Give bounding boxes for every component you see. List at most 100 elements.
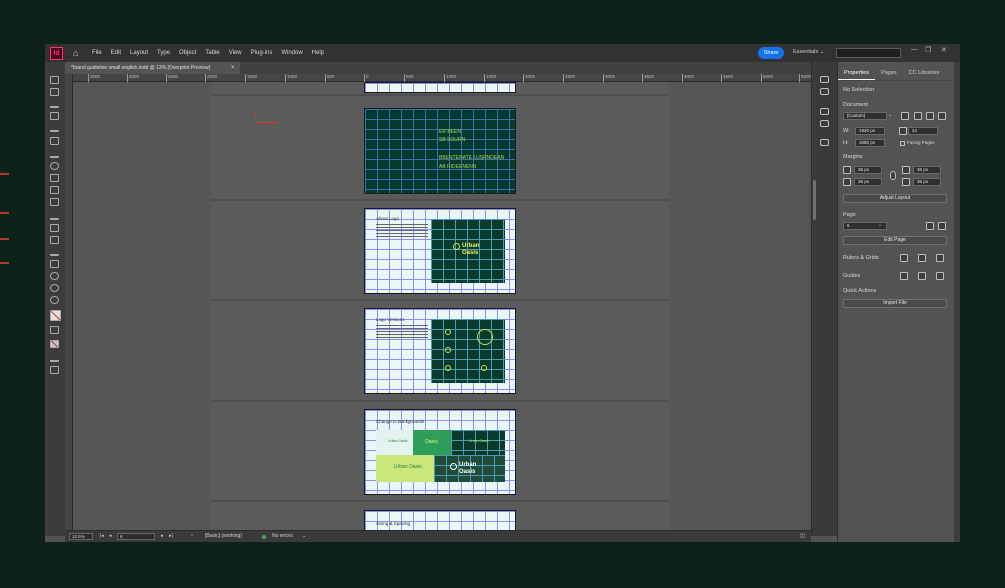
search-input[interactable] xyxy=(836,48,901,58)
selection-tool-icon[interactable] xyxy=(50,76,59,84)
screen-mode-icon[interactable] xyxy=(50,354,59,362)
eyedropper-tool-icon[interactable] xyxy=(50,272,59,280)
page-6[interactable]: Sizing & Spacing xyxy=(364,510,516,531)
hand-tool-icon[interactable] xyxy=(50,284,59,292)
style-status: [Basic] (working) xyxy=(205,533,242,539)
import-file-button[interactable]: Import File xyxy=(843,299,947,308)
margin-left-field[interactable]: 36 px xyxy=(913,166,941,174)
width-field[interactable]: 1920 px xyxy=(855,127,885,135)
document-tab[interactable]: *brand guideline small english.indd @ 13… xyxy=(65,62,240,74)
document-canvas[interactable]: ER BEEN SB SOURN BBENTENATE LUSRNDEAN AB… xyxy=(73,82,808,531)
links-icon[interactable] xyxy=(820,76,829,83)
pages-count-field[interactable]: 24 xyxy=(908,127,938,135)
link-margins-icon[interactable] xyxy=(890,171,896,180)
orientation-portrait-icon[interactable] xyxy=(901,112,909,120)
vertical-scrollbar-thumb[interactable] xyxy=(813,180,816,220)
binding-right-icon[interactable] xyxy=(938,112,946,120)
lock-guides-icon[interactable] xyxy=(936,272,944,280)
orientation-landscape-icon[interactable] xyxy=(914,112,922,120)
menu-view[interactable]: View xyxy=(229,50,242,56)
rulers-icon[interactable] xyxy=(900,254,908,262)
height-field[interactable]: 1080 px xyxy=(855,139,885,147)
smart-guides-icon[interactable] xyxy=(918,272,926,280)
zoom-tool-icon[interactable] xyxy=(50,296,59,304)
tab-pages[interactable]: Pages xyxy=(875,68,903,80)
add-page-icon[interactable] xyxy=(926,222,934,230)
menu-plugins[interactable]: Plug-ins xyxy=(251,50,273,56)
gap-tool-icon[interactable] xyxy=(50,112,59,120)
menu-layout[interactable]: Layout xyxy=(130,50,148,56)
preflight-status[interactable]: No errors xyxy=(272,533,293,539)
close-tab-icon[interactable]: × xyxy=(231,62,235,74)
vertical-ruler[interactable] xyxy=(65,74,73,534)
tab-cc-libraries[interactable]: CC Libraries xyxy=(903,68,946,80)
preview-mode-icon[interactable] xyxy=(50,366,59,374)
properties-icon[interactable] xyxy=(820,88,829,95)
rectangle-tool-icon[interactable] xyxy=(50,198,59,206)
swatches-icon[interactable] xyxy=(820,139,829,146)
workspace-switcher[interactable]: Essentials ⌄ xyxy=(793,49,824,55)
tab-properties[interactable]: Properties xyxy=(838,68,876,80)
share-button[interactable]: Share xyxy=(758,47,784,59)
adjust-layout-button[interactable]: Adjust Layout xyxy=(843,194,947,203)
minimize-button[interactable]: — xyxy=(911,46,918,53)
apply-none-icon[interactable] xyxy=(50,340,59,348)
close-window-button[interactable]: ✕ xyxy=(941,46,947,54)
facing-pages-checkbox[interactable] xyxy=(900,141,905,146)
last-page-icon[interactable]: ▸| xyxy=(169,533,173,539)
pages-icon[interactable] xyxy=(820,120,829,127)
document-grid-icon[interactable] xyxy=(918,254,926,262)
zoom-level-field[interactable]: 12.5% xyxy=(69,533,93,540)
margin-top-field[interactable]: 36 px xyxy=(854,166,882,174)
horizontal-ruler[interactable]: 3500 3000 2500 2000 1500 1000 500 0 500 … xyxy=(73,74,811,82)
baseline-grid-icon[interactable] xyxy=(936,254,944,262)
page-4[interactable]: Logo Versions xyxy=(364,308,516,394)
next-page-icon[interactable]: ▸ xyxy=(161,533,164,539)
page-2[interactable]: ER BEEN SB SOURN BBENTENATE LUSRNDEAN AB… xyxy=(364,108,516,194)
panel-scrollbar[interactable] xyxy=(954,62,960,542)
menu-window[interactable]: Window xyxy=(281,50,302,56)
restore-button[interactable]: ❐ xyxy=(925,46,931,54)
binding-icon[interactable] xyxy=(926,112,934,120)
previous-page-icon[interactable]: ◂ xyxy=(109,533,112,539)
chevron-down-icon[interactable]: ⌄ xyxy=(302,533,306,539)
ruler-tick: 2500 xyxy=(563,74,575,82)
preflight-status-icon xyxy=(262,535,266,539)
line-tool-icon[interactable] xyxy=(50,150,59,158)
gradient-swatch-tool-icon[interactable] xyxy=(50,236,59,244)
edit-page-button[interactable]: Edit Page xyxy=(843,236,947,245)
page-tool-icon[interactable] xyxy=(50,100,59,108)
menu-object[interactable]: Object xyxy=(179,50,196,56)
first-page-icon[interactable]: |◂ xyxy=(100,533,104,539)
page-5[interactable]: Change to Backgrounds Urban Oasis Oasis … xyxy=(364,409,516,495)
margin-right-field[interactable]: 36 px xyxy=(913,178,941,186)
free-transform-tool-icon[interactable] xyxy=(50,224,59,232)
note-tool-icon[interactable] xyxy=(50,260,59,268)
menu-type[interactable]: Type xyxy=(157,50,170,56)
page-1[interactable] xyxy=(364,82,516,93)
margin-bottom-field[interactable]: 36 px xyxy=(854,178,882,186)
content-collector-icon[interactable] xyxy=(50,124,59,132)
page-number-field[interactable]: 6 xyxy=(117,533,155,540)
page-3[interactable]: About Logo Urban Oasis xyxy=(364,208,516,294)
fill-stroke-icon[interactable] xyxy=(50,310,61,321)
menu-table[interactable]: Table xyxy=(205,50,219,56)
scissors-tool-icon[interactable] xyxy=(50,212,59,220)
pen-tool-icon[interactable] xyxy=(50,162,59,170)
menu-help[interactable]: Help xyxy=(312,50,324,56)
gradient-feather-tool-icon[interactable] xyxy=(50,248,59,256)
type-tool-icon[interactable] xyxy=(50,137,59,145)
show-guides-icon[interactable] xyxy=(900,272,908,280)
menu-file[interactable]: File xyxy=(92,50,102,56)
direct-selection-tool-icon[interactable] xyxy=(50,88,59,96)
pencil-tool-icon[interactable] xyxy=(50,174,59,182)
document-preset-select[interactable]: [Custom] xyxy=(843,112,887,120)
layers-icon[interactable] xyxy=(820,108,829,115)
rectangle-frame-tool-icon[interactable] xyxy=(50,186,59,194)
delete-page-icon[interactable] xyxy=(938,222,946,230)
menu-edit[interactable]: Edit xyxy=(111,50,121,56)
home-icon[interactable]: ⌂ xyxy=(73,48,83,58)
split-view-icon[interactable]: ◫ xyxy=(800,533,805,539)
formatting-affects-container-icon[interactable] xyxy=(50,326,59,334)
open-spread-icon[interactable]: ◔ xyxy=(190,533,193,539)
